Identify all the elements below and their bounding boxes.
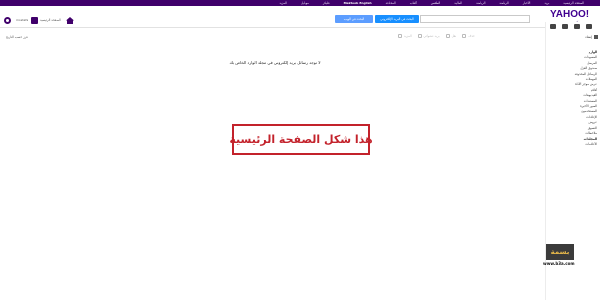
toolbar-actions: حذف نقل بريد عشوائي المزيد bbox=[398, 34, 475, 38]
calendar-icon[interactable] bbox=[562, 24, 568, 29]
move-button[interactable]: نقل bbox=[445, 34, 457, 38]
home-link[interactable]: الصفحة الرئيسية bbox=[40, 18, 61, 22]
home-icon[interactable] bbox=[66, 17, 74, 24]
mail-header: YAHOO! مكتوب البحث في البريد الإلكتروني … bbox=[0, 6, 600, 28]
folder-list: الوارد المسودات المرسل صندوق العزل الرسا… bbox=[575, 50, 597, 147]
top-nav-home[interactable]: الصفحة الرئيسية bbox=[563, 1, 584, 5]
top-nav-weather[interactable]: الطقس bbox=[431, 1, 441, 5]
watermark-url: www.b3a.com bbox=[543, 261, 575, 266]
delete-button[interactable]: حذف bbox=[462, 34, 475, 38]
message-toolbar: فرز حسب التاريخ حذف نقل بريد عشوائي المز… bbox=[0, 32, 545, 42]
search-web-button[interactable]: البحث في الويب bbox=[335, 15, 373, 23]
pencil-icon bbox=[594, 35, 598, 39]
mail-icon[interactable] bbox=[586, 24, 592, 29]
trash-icon bbox=[462, 34, 467, 38]
search-mail-button[interactable]: البحث في البريد الإلكتروني bbox=[375, 15, 419, 23]
contacts-icon[interactable] bbox=[574, 24, 580, 29]
more-label: المزيد bbox=[404, 34, 412, 38]
top-nav-sports[interactable]: الرياضة bbox=[499, 1, 508, 5]
spam-label: بريد عشوائي bbox=[423, 34, 440, 38]
spam-button[interactable]: بريد عشوائي bbox=[417, 34, 440, 38]
compose-button[interactable]: إنشاء bbox=[552, 34, 598, 40]
top-nav-news[interactable]: الأخبار bbox=[523, 1, 531, 5]
sort-dropdown[interactable]: فرز حسب التاريخ bbox=[6, 35, 28, 39]
top-nav-mail[interactable]: بريد bbox=[544, 1, 549, 5]
spam-icon bbox=[417, 34, 422, 38]
top-nav-more[interactable]: المزيد bbox=[279, 1, 287, 5]
watermark-logo-text: بسمة bbox=[550, 248, 570, 256]
top-nav-games[interactable]: ألعاب bbox=[410, 1, 417, 5]
sidebar-app-icons bbox=[550, 24, 592, 29]
user-name[interactable]: mostafa bbox=[16, 18, 28, 22]
notepad-icon[interactable] bbox=[550, 24, 556, 29]
top-nav-mobile[interactable]: موبايل bbox=[301, 1, 309, 5]
more-button[interactable]: المزيد bbox=[398, 34, 412, 38]
search-input[interactable] bbox=[420, 15, 530, 23]
user-avatar-icon[interactable] bbox=[31, 17, 38, 24]
compose-label: إنشاء bbox=[585, 35, 592, 39]
more-icon bbox=[398, 34, 402, 38]
delete-label: حذف bbox=[468, 34, 475, 38]
folder-icon bbox=[445, 34, 450, 38]
top-nav-flickr[interactable]: فليكر bbox=[323, 1, 330, 5]
empty-inbox-message: لا توجد رسائل بريد إلكتروني في مجلد الوا… bbox=[229, 60, 321, 65]
move-label: نقل bbox=[451, 34, 457, 38]
top-nav-chat[interactable]: المحادثة bbox=[386, 1, 396, 5]
annotation-callout: هذا شكل الصفحة الرئيسية bbox=[229, 124, 373, 155]
gear-icon[interactable] bbox=[4, 17, 11, 24]
top-nav-maktoob-english[interactable]: Maktoob English bbox=[344, 1, 372, 5]
logo-text: YAHOO! bbox=[550, 9, 590, 20]
folder-item[interactable]: الأعلامات bbox=[575, 142, 597, 147]
site-watermark-logo: بسمة bbox=[546, 244, 574, 260]
top-nav-finance[interactable]: المالية bbox=[454, 1, 462, 5]
top-nav-sports-2[interactable]: الرياضة bbox=[476, 1, 485, 5]
